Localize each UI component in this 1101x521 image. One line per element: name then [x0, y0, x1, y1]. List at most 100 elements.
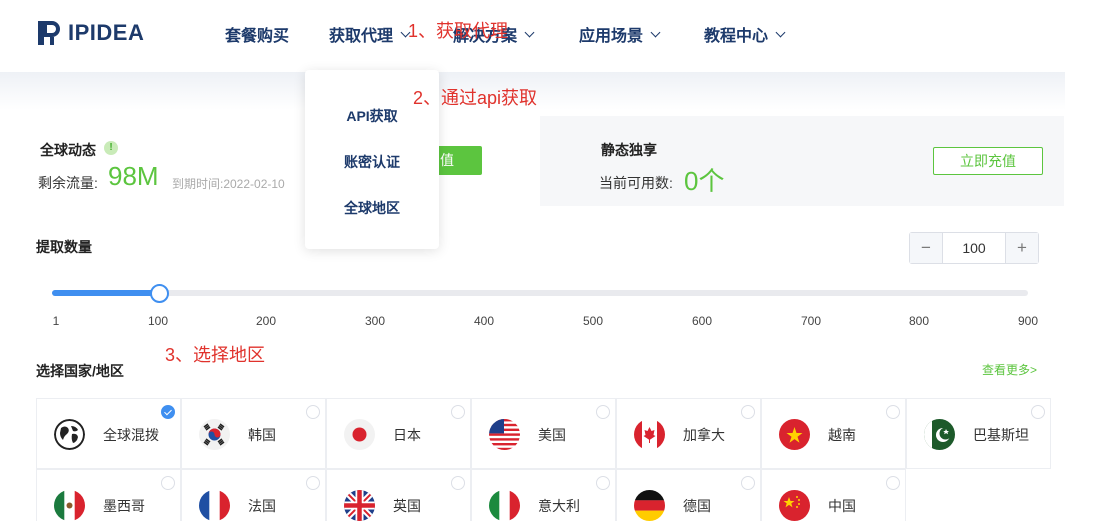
region-label: 全球混拨: [103, 427, 159, 443]
canada-flag-icon: [634, 419, 665, 450]
slider-tick-label: 900: [1017, 314, 1039, 328]
radio-icon[interactable]: [596, 405, 610, 419]
available-count-value: 0个: [684, 166, 725, 196]
expire-date: 到期时间:2022-02-10: [172, 177, 285, 191]
top-header: IPIDEA: [0, 0, 1101, 72]
nav-item-packages[interactable]: 套餐购买: [225, 22, 289, 46]
slider-tick-label: 200: [255, 314, 277, 328]
quantity-input[interactable]: 100: [942, 233, 1006, 263]
china-flag-icon: [779, 490, 810, 521]
korea-flag-icon: [199, 419, 230, 450]
region-option[interactable]: 日本: [326, 398, 471, 469]
mexico-flag-icon: [54, 490, 85, 521]
slider-tick-label: 500: [582, 314, 604, 328]
slider-tick-label: 1: [52, 314, 60, 328]
info-icon: !: [104, 141, 118, 155]
region-option[interactable]: 墨西哥: [36, 469, 181, 521]
nav-item-get-proxy[interactable]: 获取代理: [329, 22, 411, 46]
radio-icon[interactable]: [306, 476, 320, 490]
dropdown-item-global-region[interactable]: 全球地区: [305, 198, 439, 218]
region-label: 日本: [393, 427, 421, 443]
annotation-step-1: 1、获取代理: [408, 21, 509, 41]
nav-label: 获取代理: [329, 28, 394, 45]
dropdown-item-account-auth[interactable]: 账密认证: [305, 152, 439, 172]
remaining-traffic-label: 剩余流量:: [38, 175, 98, 191]
uk-flag-icon: [344, 490, 375, 521]
remaining-traffic-value: 98M: [108, 161, 159, 191]
globe-icon: [54, 419, 85, 450]
radio-icon[interactable]: [306, 405, 320, 419]
plus-button[interactable]: +: [1006, 233, 1038, 263]
slider-tick-label: 300: [364, 314, 386, 328]
minus-button[interactable]: −: [910, 233, 942, 263]
nav-item-tutorials[interactable]: 教程中心: [704, 22, 786, 46]
logo-icon: [38, 19, 62, 47]
region-label: 美国: [538, 427, 566, 443]
radio-icon[interactable]: [886, 476, 900, 490]
view-more-link[interactable]: 查看更多>: [982, 361, 1037, 378]
radio-icon[interactable]: [596, 476, 610, 490]
slider-tick-label: 600: [691, 314, 713, 328]
usa-flag-icon: [489, 419, 520, 450]
region-option[interactable]: 加拿大: [616, 398, 761, 469]
radio-icon[interactable]: [741, 476, 755, 490]
logo[interactable]: IPIDEA: [38, 18, 144, 48]
france-flag-icon: [199, 490, 230, 521]
region-label: 中国: [828, 498, 856, 514]
radio-icon[interactable]: [1031, 405, 1045, 419]
region-label: 越南: [828, 427, 856, 443]
region-label: 加拿大: [683, 427, 725, 443]
region-option[interactable]: 美国: [471, 398, 616, 469]
quantity-slider-fill: [52, 290, 160, 296]
region-label: 意大利: [538, 498, 580, 514]
slider-tick-label: 700: [800, 314, 822, 328]
region-option[interactable]: 全球混拨: [36, 398, 181, 469]
region-label: 英国: [393, 498, 421, 514]
global-dynamic-title: 全球动态: [40, 142, 96, 158]
region-option[interactable]: 越南: [761, 398, 906, 469]
germany-flag-icon: [634, 490, 665, 521]
region-label: 法国: [248, 498, 276, 514]
radio-icon[interactable]: [161, 476, 175, 490]
region-title: 选择国家/地区: [36, 363, 124, 379]
slider-tick-label: 100: [147, 314, 169, 328]
chevron-down-icon: [775, 27, 786, 37]
region-option[interactable]: 法国: [181, 469, 326, 521]
radio-icon[interactable]: [451, 405, 465, 419]
recharge-now-button[interactable]: 立即充值: [933, 147, 1043, 175]
nav-label: 套餐购买: [225, 28, 290, 45]
nav-item-scenarios[interactable]: 应用场景: [579, 22, 661, 46]
pakistan-flag-icon: [924, 419, 955, 450]
radio-icon[interactable]: [451, 476, 465, 490]
quantity-slider-track[interactable]: [52, 290, 1028, 296]
chevron-down-icon: [524, 27, 535, 37]
region-option[interactable]: 德国: [616, 469, 761, 521]
region-label: 德国: [683, 498, 711, 514]
nav-label: 教程中心: [704, 28, 769, 45]
region-option[interactable]: 巴基斯坦: [906, 398, 1051, 469]
quantity-slider-handle[interactable]: [150, 284, 169, 303]
region-option[interactable]: 意大利: [471, 469, 616, 521]
quantity-title: 提取数量: [36, 239, 92, 255]
annotation-step-2: 2、通过api获取: [413, 88, 538, 108]
nav-label: 应用场景: [579, 28, 644, 45]
region-option[interactable]: 韩国: [181, 398, 326, 469]
region-label: 韩国: [248, 427, 276, 443]
region-grid: 全球混拨 韩国 日本 美国 加拿大 越南 巴基斯坦墨西哥 法国 英国 意大利 德国 中国: [36, 398, 1052, 521]
italy-flag-icon: [489, 490, 520, 521]
radio-icon[interactable]: [886, 405, 900, 419]
checked-radio-icon[interactable]: [161, 405, 175, 419]
available-count-label: 当前可用数:: [599, 175, 673, 191]
region-option[interactable]: 英国: [326, 469, 471, 521]
vietnam-flag-icon: [779, 419, 810, 450]
slider-tick-label: 800: [908, 314, 930, 328]
quantity-stepper: − 100 +: [909, 232, 1039, 264]
annotation-step-3: 3、选择地区: [165, 345, 266, 365]
slider-tick-label: 400: [473, 314, 495, 328]
static-exclusive-title: 静态独享: [601, 142, 657, 158]
radio-icon[interactable]: [741, 405, 755, 419]
region-option[interactable]: 中国: [761, 469, 906, 521]
region-label: 巴基斯坦: [973, 427, 1029, 443]
japan-flag-icon: [344, 419, 375, 450]
chevron-down-icon: [650, 27, 661, 37]
